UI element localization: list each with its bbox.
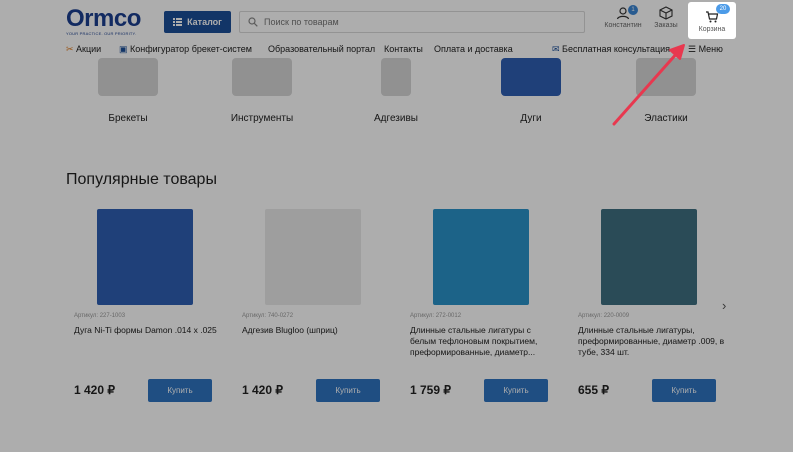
buy-button[interactable]: Купить <box>148 379 212 402</box>
cart-badge: 20 <box>716 4 730 14</box>
nav-menu[interactable]: ☰ Меню <box>688 44 723 55</box>
category-adhesives[interactable]: Адгезивы <box>354 58 438 134</box>
product-card[interactable]: Артикул: 220-0009 Длинные стальные лигат… <box>570 209 730 409</box>
cart-label: Корзина <box>698 26 726 33</box>
product-sku: Артикул: 272-0012 <box>410 313 462 319</box>
category-strip: Брекеты Инструменты Адгезивы Дуги Эласти… <box>66 58 728 136</box>
nav-configurator[interactable]: ▣ Конфигуратор брекет-систем <box>119 44 252 55</box>
product-price: 1 759 ₽ <box>410 383 451 397</box>
product-price: 655 ₽ <box>578 383 609 397</box>
nav-consult[interactable]: ✉ Бесплатная консультация <box>552 44 670 55</box>
product-name[interactable]: Дуга Ni-Ti формы Damon .014 x .025 <box>74 325 222 336</box>
orders-label: Заказы <box>654 22 678 29</box>
product-image[interactable] <box>97 209 193 305</box>
product-sku: Артикул: 220-0009 <box>578 313 630 319</box>
category-label: Брекеты <box>108 113 148 124</box>
catalog-label: Каталог <box>187 17 222 27</box>
category-image <box>636 58 696 96</box>
product-card[interactable]: Артикул: 227-1003 Дуга Ni-Ti формы Damon… <box>66 209 226 409</box>
search-icon <box>248 17 258 27</box>
profile-badge: 1 <box>628 5 638 15</box>
product-price: 1 420 ₽ <box>242 383 283 397</box>
catalog-button[interactable]: Каталог <box>164 11 231 33</box>
product-image[interactable] <box>601 209 697 305</box>
nav-configurator-label: Конфигуратор брекет-систем <box>130 44 252 54</box>
secondary-nav: ✂ Акции ▣ Конфигуратор брекет-систем Обр… <box>0 42 793 58</box>
category-brackets[interactable]: Брекеты <box>86 58 170 134</box>
list-icon <box>173 18 183 26</box>
buy-button[interactable]: Купить <box>652 379 716 402</box>
search-box[interactable] <box>239 11 585 33</box>
header: Ormco YOUR PRACTICE. OUR PRIORITY. Катал… <box>0 0 793 42</box>
buy-button[interactable]: Купить <box>484 379 548 402</box>
nav-consult-label: Бесплатная консультация <box>562 44 670 54</box>
category-label: Эластики <box>644 113 688 124</box>
logo-text: Ormco <box>66 5 141 32</box>
box-icon <box>659 6 673 20</box>
ormco-logo[interactable]: Ormco YOUR PRACTICE. OUR PRIORITY. <box>66 5 148 37</box>
product-sku: Артикул: 227-1003 <box>74 313 126 319</box>
product-price: 1 420 ₽ <box>74 383 115 397</box>
nav-promo-label: Акции <box>76 44 102 54</box>
category-elastics[interactable]: Эластики <box>624 58 708 134</box>
carousel-next-arrow-icon[interactable]: › <box>722 298 734 313</box>
product-image[interactable] <box>433 209 529 305</box>
nav-payment[interactable]: Оплата и доставка <box>434 44 513 54</box>
product-card[interactable]: Артикул: 272-0012 Длинные стальные лигат… <box>402 209 562 409</box>
orders-button[interactable]: Заказы <box>643 6 689 36</box>
product-name[interactable]: Длинные стальные лигатуры с белым тефлон… <box>410 325 558 358</box>
logo-tagline: YOUR PRACTICE. OUR PRIORITY. <box>66 31 137 36</box>
product-name[interactable]: Адгезив Blugloo (шприц) <box>242 325 390 336</box>
popular-title: Популярные товары <box>66 171 217 188</box>
search-input[interactable] <box>264 17 564 27</box>
cart-button[interactable]: 20 Корзина <box>688 2 736 39</box>
nav-education[interactable]: Образовательный портал <box>268 44 375 54</box>
product-carousel: Артикул: 227-1003 Дуга Ni-Ti формы Damon… <box>66 209 728 409</box>
nav-contacts[interactable]: Контакты <box>384 44 423 54</box>
nav-promo[interactable]: ✂ Акции <box>66 44 101 55</box>
category-instruments[interactable]: Инструменты <box>220 58 304 134</box>
category-label: Дуги <box>520 113 542 124</box>
profile-label: Константин <box>604 22 642 29</box>
product-sku: Артикул: 740-0272 <box>242 313 294 319</box>
nav-menu-label: Меню <box>698 44 723 54</box>
category-arches[interactable]: Дуги <box>489 58 573 134</box>
category-image <box>501 58 561 96</box>
product-name[interactable]: Длинные стальные лигатуры, преформирован… <box>578 325 726 358</box>
product-card[interactable]: Артикул: 740-0272 Адгезив Blugloo (шприц… <box>234 209 394 409</box>
category-label: Инструменты <box>230 113 294 124</box>
profile-button[interactable]: 1 Константин <box>600 5 646 36</box>
category-image <box>98 58 158 96</box>
category-image <box>232 58 292 96</box>
buy-button[interactable]: Купить <box>316 379 380 402</box>
product-image[interactable] <box>265 209 361 305</box>
category-image <box>381 58 411 96</box>
category-label: Адгезивы <box>374 113 418 124</box>
